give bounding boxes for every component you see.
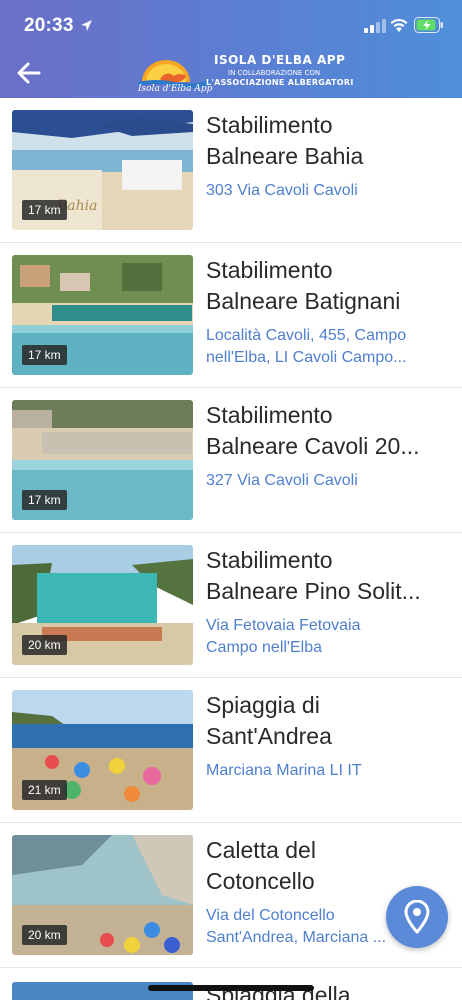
item-address: Marciana Marina LI IT xyxy=(206,762,362,779)
item-address: 327 Via Cavoli Cavoli xyxy=(206,472,358,489)
map-pin-icon xyxy=(404,900,430,934)
beach-photo: 17 km xyxy=(12,400,193,520)
beach-list: Bahia 17 km Stabilimento Balneare Bahia … xyxy=(0,98,462,968)
item-title: Stabilimento Balneare Bahia xyxy=(206,112,364,169)
beach-photo: Bahia 17 km xyxy=(12,110,193,230)
item-address: 303 Via Cavoli Cavoli xyxy=(206,182,358,199)
distance-badge: 17 km xyxy=(22,345,67,365)
item-address: Località Cavoli, 455, Campo nell'Elba, L… xyxy=(206,327,407,366)
item-title: Stabilimento Balneare Pino Solit... xyxy=(206,547,421,604)
battery-charging-icon xyxy=(414,17,443,33)
beach-photo: 20 km xyxy=(12,835,193,955)
app-title: ISOLA D'ELBA APP xyxy=(214,53,346,67)
app-header: 20:33 Isola d'Elba App ISOLA D'ELBA APP … xyxy=(0,0,462,98)
list-item[interactable]: 17 km Stabilimento Balneare Batignani Lo… xyxy=(0,243,462,388)
list-item[interactable]: 20 km Stabilimento Balneare Pino Solit..… xyxy=(0,533,462,678)
back-arrow-icon[interactable] xyxy=(14,58,44,88)
distance-badge: 17 km xyxy=(22,200,67,220)
status-bar: 20:33 xyxy=(0,0,462,54)
distance-badge: 20 km xyxy=(22,635,67,655)
logo-caption: Isola d'Elba App xyxy=(138,84,213,94)
item-title: Spiaggia di Sant'Andrea xyxy=(206,692,332,749)
distance-badge: 17 km xyxy=(22,490,67,510)
beach-photo: 21 km xyxy=(12,690,193,810)
wifi-icon xyxy=(390,18,408,32)
item-address: Via Fetovaia Fetovaia Campo nell'Elba xyxy=(206,617,361,656)
cellular-signal-icon xyxy=(364,19,386,33)
location-arrow-icon xyxy=(81,20,92,31)
beach-photo: 17 km xyxy=(12,255,193,375)
distance-badge: 21 km xyxy=(22,780,67,800)
app-subtitle-1: IN COLLABORAZIONE CON xyxy=(228,69,321,77)
list-item[interactable]: 17 km Stabilimento Balneare Cavoli 20...… xyxy=(0,388,462,533)
status-time: 20:33 xyxy=(24,15,74,36)
item-title: Stabilimento Balneare Batignani xyxy=(206,257,401,314)
distance-badge: 20 km xyxy=(22,925,67,945)
app-subtitle-2: L'ASSOCIAZIONE ALBERGATORI xyxy=(206,78,354,87)
map-button[interactable] xyxy=(386,886,448,948)
home-indicator[interactable] xyxy=(148,985,314,991)
list-item[interactable]: Bahia 17 km Stabilimento Balneare Bahia … xyxy=(0,98,462,243)
beach-photo: 20 km xyxy=(12,545,193,665)
list-item[interactable]: 21 km Spiaggia di Sant'Andrea Marciana M… xyxy=(0,678,462,823)
list-item[interactable]: 20 km Caletta del Cotoncello Via del Cot… xyxy=(0,823,462,968)
item-title: Stabilimento Balneare Cavoli 20... xyxy=(206,402,420,459)
